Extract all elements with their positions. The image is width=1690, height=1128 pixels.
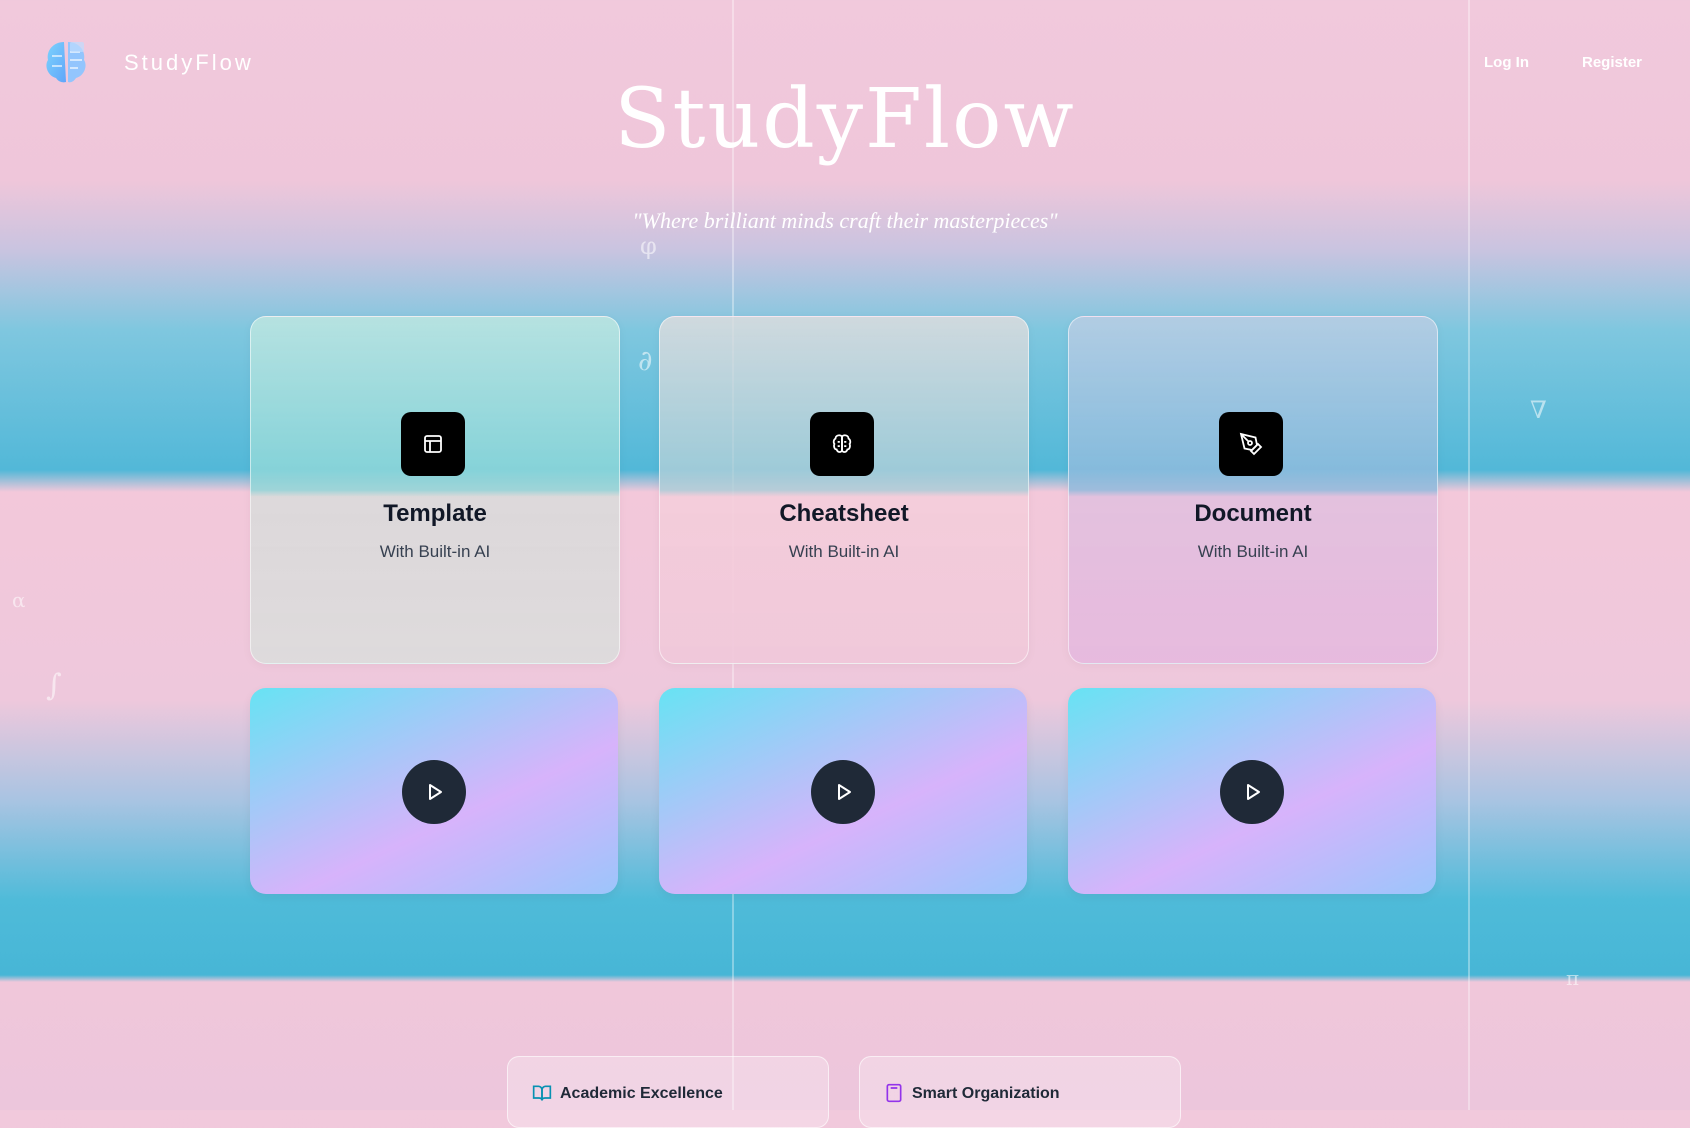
feature-smart-organization: Smart Organization [859,1056,1181,1128]
card-subtitle: With Built-in AI [1197,542,1309,561]
decorative-symbol: π [1566,966,1580,990]
hero-subtitle: "Where brilliant minds craft their maste… [632,208,1058,233]
play-button[interactable] [811,760,875,824]
feature-label: Academic Excellence [560,1085,723,1102]
video-card[interactable] [1068,688,1436,894]
brain-icon [810,412,874,476]
decorative-symbol: φ [640,232,657,260]
decorative-symbol: α [12,588,26,612]
template-card[interactable]: Template With Built-in AI [250,316,620,664]
feature-academic-excellence: Academic Excellence [507,1056,829,1128]
register-link[interactable]: Register [1582,54,1642,71]
play-button[interactable] [402,760,466,824]
cheatsheet-card[interactable]: Cheatsheet With Built-in AI [659,316,1029,664]
login-link[interactable]: Log In [1484,54,1529,71]
play-button[interactable] [1220,760,1284,824]
book-open-icon [532,1085,552,1101]
card-title: Template [383,500,487,527]
decorative-symbol: ∂ [638,344,653,377]
card-title: Document [1194,500,1312,527]
video-card[interactable] [659,688,1027,894]
decorative-symbol: ∇ [1530,396,1547,424]
calculator-icon [886,1083,902,1103]
decorative-symbol: ∫ [46,668,62,703]
card-subtitle: With Built-in AI [379,542,491,561]
card-title: Cheatsheet [779,500,909,527]
hero-title: StudyFlow [614,72,1076,167]
layout-icon [401,412,465,476]
pen-tool-icon [1219,412,1283,476]
card-subtitle: With Built-in AI [788,542,900,561]
play-icon [429,784,442,800]
document-card[interactable]: Document With Built-in AI [1068,316,1438,664]
video-card[interactable] [250,688,618,894]
feature-label: Smart Organization [912,1085,1060,1102]
play-icon [1247,784,1260,800]
play-icon [838,784,851,800]
